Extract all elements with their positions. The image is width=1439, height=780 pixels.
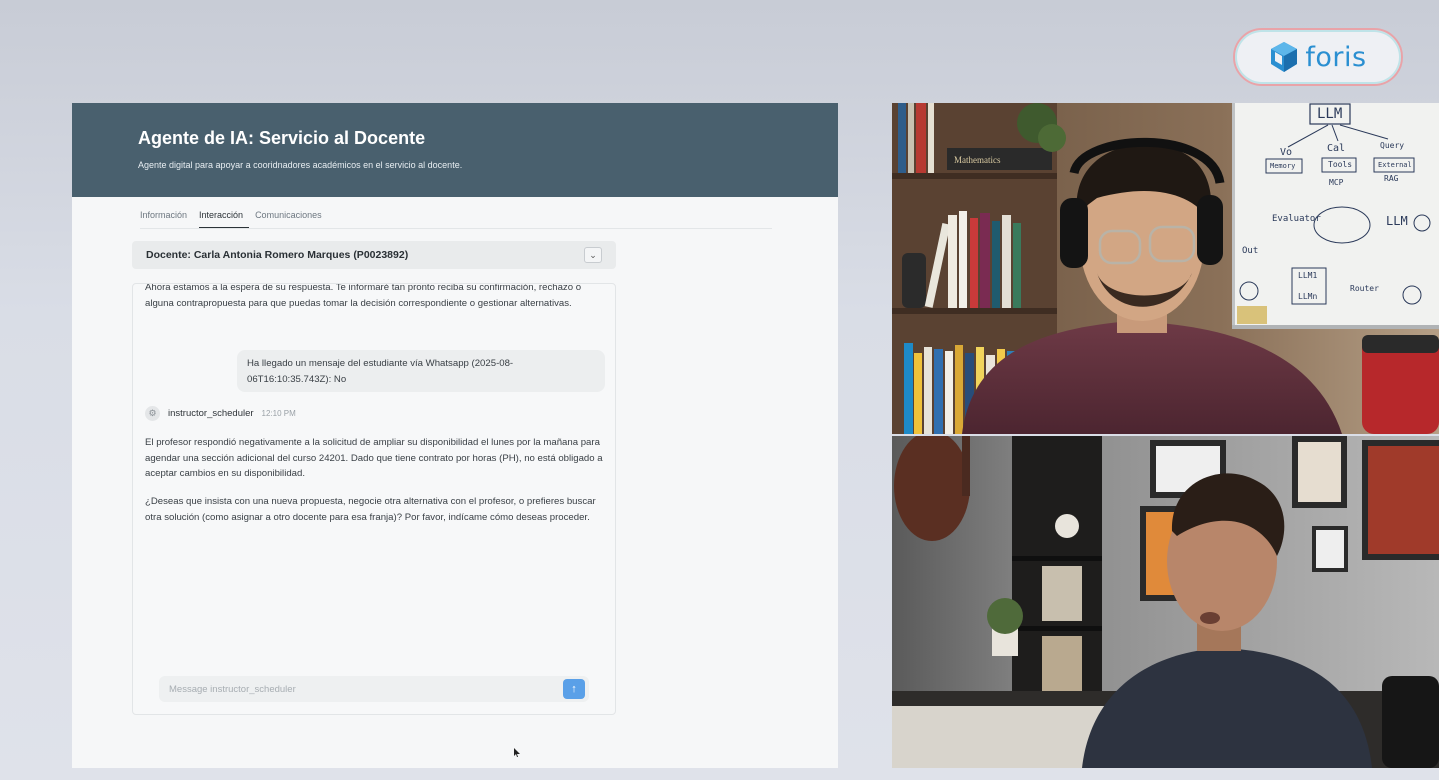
docente-label: Docente: Carla Antonia Romero Marques (P…: [146, 249, 409, 261]
mouse-cursor-icon: [514, 748, 520, 757]
shared-app-window: Agente de IA: Servicio al Docente Agente…: [72, 103, 838, 768]
video-tile-participant-2: [892, 436, 1439, 768]
whiteboard-text: Vo: [1280, 147, 1292, 158]
video-tile-participant-1: Mathematics LLM Vo Cal Query Memory Tool…: [892, 103, 1439, 434]
message-input[interactable]: [169, 683, 549, 695]
whiteboard-text: Memory: [1270, 162, 1295, 170]
docente-selector[interactable]: Docente: Carla Antonia Romero Marques (P…: [132, 241, 616, 269]
agent-message-header: ⚙ instructor_scheduler 12:10 PM: [145, 406, 296, 421]
whiteboard-text: Out: [1242, 246, 1258, 256]
participant-video-frame: [892, 436, 1439, 768]
whiteboard-text: LLM1: [1298, 271, 1317, 280]
logo-text: foris: [1305, 41, 1367, 73]
message-timestamp: 12:10 PM: [261, 409, 296, 418]
message-composer: ↑: [159, 676, 589, 702]
agent-message-paragraph: El profesor respondió negativamente a la…: [145, 437, 603, 479]
tab-comunicaciones[interactable]: Comunicaciones: [255, 209, 328, 228]
app-header: Agente de IA: Servicio al Docente Agente…: [72, 103, 838, 197]
whiteboard-text: LLMn: [1298, 292, 1317, 301]
participant-video-frame: Mathematics LLM Vo Cal Query Memory Tool…: [892, 103, 1439, 434]
whiteboard-text: Query: [1380, 141, 1404, 150]
whiteboard-text: Router: [1350, 284, 1379, 293]
chevron-down-icon[interactable]: ⌄: [584, 247, 602, 263]
whiteboard-text: RAG: [1384, 174, 1399, 183]
agent-message-paragraph: ¿Deseas que insista con una nueva propue…: [145, 496, 596, 523]
agent-previous-message: Ahora estamos a la espera de su respuest…: [145, 283, 582, 309]
cube-logo-icon: [1271, 42, 1298, 72]
whiteboard-text: MCP: [1329, 178, 1344, 187]
page-subtitle: Agente digital para apoyar a cooridnador…: [138, 160, 463, 170]
user-message-bubble: Ha llegado un mensaje del estudiante vía…: [237, 350, 605, 392]
gear-icon: ⚙: [145, 406, 160, 421]
tab-informacion[interactable]: Información: [140, 209, 193, 228]
whiteboard-text: Cal: [1327, 143, 1345, 154]
whiteboard-text: Tools: [1328, 160, 1352, 169]
book-spine-text: Mathematics: [954, 155, 1001, 165]
arrow-up-icon: ↑: [571, 683, 577, 695]
send-button[interactable]: ↑: [563, 679, 585, 699]
whiteboard-text: External: [1378, 161, 1412, 169]
foris-logo: foris: [1233, 28, 1403, 86]
whiteboard-text: LLM: [1386, 214, 1408, 228]
tab-bar: Información Interacción Comunicaciones: [140, 209, 772, 229]
page-title: Agente de IA: Servicio al Docente: [138, 128, 426, 148]
chat-panel: Ahora estamos a la espera de su respuest…: [132, 283, 616, 715]
user-message-text: Ha llegado un mensaje del estudiante vía…: [247, 358, 514, 385]
whiteboard-text: LLM: [1317, 106, 1342, 122]
tab-interaccion[interactable]: Interacción: [199, 209, 250, 228]
agent-name: instructor_scheduler: [168, 408, 254, 419]
